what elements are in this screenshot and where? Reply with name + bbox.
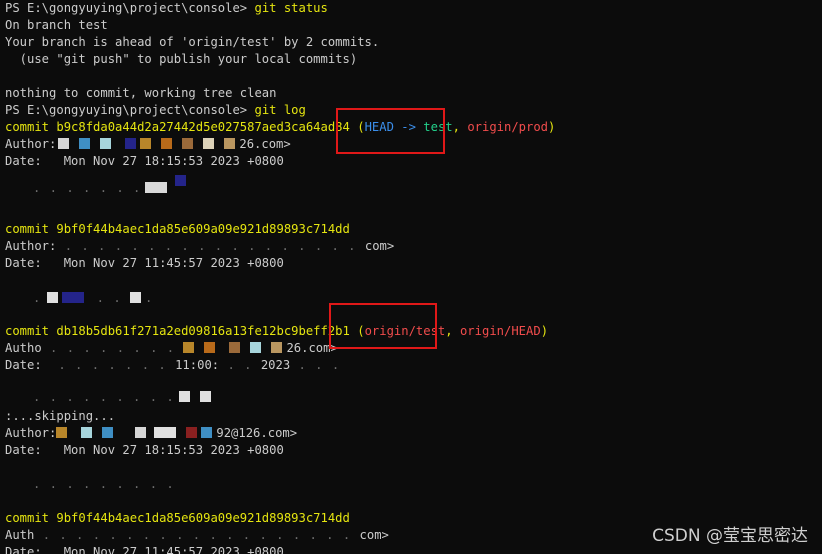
redacted-block bbox=[229, 342, 241, 353]
redacted-text: . . . . . . . . . . . . . . . . . . . bbox=[34, 528, 360, 542]
output-line: nothing to commit, working tree clean bbox=[5, 86, 277, 100]
prompt-line: PS E:\gongyuying\project\console> git st… bbox=[5, 0, 328, 17]
redacted-block bbox=[100, 138, 112, 149]
author-label: Autho bbox=[5, 341, 42, 355]
date-line: Date: . . . . . . . 11:00: . . 2023 . . … bbox=[5, 358, 341, 372]
ref-paren-close: ) bbox=[548, 120, 556, 134]
redacted-block bbox=[186, 427, 198, 438]
date-line: Date: Mon Nov 27 18:15:53 2023 +0800 bbox=[5, 443, 284, 457]
author-label: Auth bbox=[5, 528, 35, 542]
ref-remote-head: origin/HEAD bbox=[459, 324, 541, 338]
redacted-block bbox=[130, 292, 142, 303]
redacted-block bbox=[47, 292, 59, 303]
date-line: Date: Mon Nov 27 11:45:57 2023 +0800 bbox=[5, 545, 284, 554]
redacted-message: . . . . . . . . . bbox=[33, 477, 175, 491]
author-line: Autho . . . . . . . . 26.com> bbox=[5, 340, 338, 357]
author-label: Author: bbox=[5, 137, 57, 151]
redacted-text: . . . . . . . . bbox=[41, 341, 184, 355]
command-text: git log bbox=[254, 103, 306, 117]
commit-hash: commit 9bf0f44b4aec1da85e609a09e921d8989… bbox=[5, 222, 350, 236]
commit-line: commit db18b5db61f271a2ed09816a13fe12bc9… bbox=[5, 323, 548, 340]
date-time: 11:00: bbox=[175, 358, 220, 372]
redacted-block bbox=[81, 427, 93, 438]
commit-hash: commit b9c8fda0a44d2a27442d5e027587aed3c… bbox=[5, 120, 350, 134]
commit-line: commit b9c8fda0a44d2a27442d5e027587aed3c… bbox=[5, 119, 555, 136]
redacted-block bbox=[175, 175, 187, 186]
commit-hash: commit db18b5db61f271a2ed09816a13fe12bc9… bbox=[5, 324, 350, 338]
ref-separator: , bbox=[445, 324, 460, 338]
highlight-box-head-refs bbox=[336, 108, 445, 154]
commit-hash: commit 9bf0f44b4aec1da85e609a09e921d8989… bbox=[5, 511, 350, 525]
prompt-line: PS E:\gongyuying\project\console> git lo… bbox=[5, 102, 306, 119]
author-label: Author: bbox=[5, 426, 57, 440]
redacted-text: . . . . . . . bbox=[41, 358, 176, 372]
author-line: Author: 26.com> bbox=[5, 136, 291, 153]
ref-separator: , bbox=[452, 120, 468, 134]
redacted-block bbox=[102, 427, 114, 438]
redacted-block bbox=[140, 138, 152, 149]
output-line: On branch test bbox=[5, 18, 108, 32]
redacted-block bbox=[182, 138, 194, 149]
redacted-block bbox=[125, 138, 137, 149]
ref-paren-close: ) bbox=[540, 324, 549, 338]
date-line: Date: Mon Nov 27 11:45:57 2023 +0800 bbox=[5, 256, 284, 270]
commit-line: commit 9bf0f44b4aec1da85e609a09e921d8989… bbox=[5, 221, 350, 238]
terminal-window[interactable]: PS E:\gongyuying\project\console> git st… bbox=[5, 0, 820, 554]
redacted-block bbox=[161, 138, 173, 149]
redacted-block bbox=[58, 138, 70, 149]
redacted-block bbox=[204, 342, 216, 353]
author-line: Author: 92@126.com> bbox=[5, 425, 297, 442]
prompt: PS E:\gongyuying\project\console> bbox=[5, 1, 255, 15]
redacted-block bbox=[135, 427, 147, 438]
pager-skipping: :...skipping... bbox=[5, 409, 116, 423]
redacted-block bbox=[56, 427, 68, 438]
author-email: 92@126.com> bbox=[216, 426, 298, 440]
author-email: com> bbox=[359, 528, 389, 542]
prompt: PS E:\gongyuying\project\console> bbox=[5, 103, 255, 117]
redacted-block bbox=[79, 138, 91, 149]
redacted-block bbox=[154, 427, 177, 438]
ref-remote-branch: origin/prod bbox=[467, 120, 549, 134]
commit-line: commit 9bf0f44b4aec1da85e609a09e921d8989… bbox=[5, 510, 350, 527]
redacted-block bbox=[203, 138, 215, 149]
date-year: 2023 bbox=[260, 358, 291, 372]
redacted-message: . . . . . . . . . bbox=[5, 389, 215, 406]
command-text: git status bbox=[254, 1, 328, 15]
redacted-block bbox=[145, 182, 168, 193]
redacted-block bbox=[250, 342, 262, 353]
redacted-block bbox=[201, 427, 213, 438]
redacted-block bbox=[183, 342, 195, 353]
author-label: Author: bbox=[5, 239, 57, 253]
author-line: Auth . . . . . . . . . . . . . . . . . .… bbox=[5, 527, 389, 544]
highlight-box-origin-refs bbox=[329, 303, 437, 349]
author-line: Author: . . . . . . . . . . . . . . . . … bbox=[5, 238, 394, 255]
watermark: CSDN @莹宝思密达 bbox=[652, 526, 808, 546]
redacted-block bbox=[224, 138, 236, 149]
author-email: com> bbox=[364, 239, 395, 253]
redacted-block bbox=[62, 292, 85, 303]
date-label: Date: bbox=[5, 358, 42, 372]
redacted-block bbox=[178, 391, 190, 402]
date-line: Date: Mon Nov 27 18:15:53 2023 +0800 bbox=[5, 154, 284, 168]
redacted-message: . . . . bbox=[33, 291, 154, 305]
author-email: 26.com> bbox=[239, 137, 291, 151]
redacted-text: . . . . . . . . . . . . . . . . . . bbox=[56, 239, 365, 253]
redacted-block bbox=[199, 391, 211, 402]
output-line: Your branch is ahead of 'origin/test' by… bbox=[5, 35, 380, 49]
redacted-block bbox=[271, 342, 283, 353]
output-line: (use "git push" to publish your local co… bbox=[5, 52, 358, 66]
redacted-message: . . . . . . . bbox=[5, 175, 190, 195]
